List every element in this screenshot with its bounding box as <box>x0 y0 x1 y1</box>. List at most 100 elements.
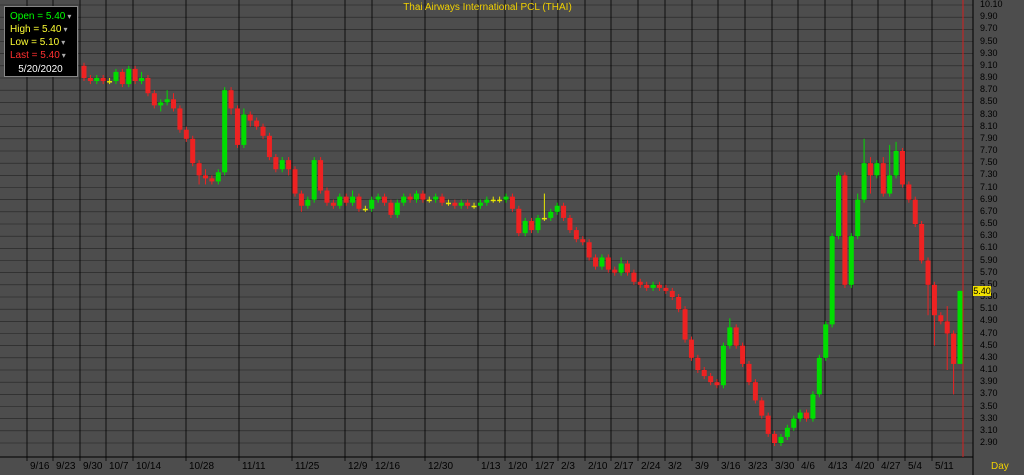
y-tick-label: 5.90 <box>980 254 998 265</box>
y-tick-label: 6.30 <box>980 230 998 241</box>
x-tick-label: 10/14 <box>136 461 162 472</box>
last-value: Last = 5.40 <box>10 50 60 61</box>
candle-body <box>202 175 208 179</box>
y-tick-label: 8.70 <box>980 84 998 95</box>
x-tick-label: 3/30 <box>775 461 795 472</box>
candle-body <box>695 357 701 370</box>
low-row: Low = 5.10 ▾ <box>10 36 77 49</box>
candle-body <box>311 160 317 200</box>
last-row: Last = 5.40 ▾ <box>10 49 77 62</box>
y-tick-label: 8.90 <box>980 72 998 82</box>
y-tick-label: 6.10 <box>980 242 998 253</box>
y-tick-label: 5.70 <box>980 266 998 277</box>
y-tick-label: 4.70 <box>980 327 998 338</box>
candle-body <box>107 81 113 83</box>
y-tick-label: 3.30 <box>980 412 998 423</box>
candle-body <box>382 196 388 203</box>
high-arrow-icon[interactable]: ▾ <box>63 25 67 34</box>
candle-body <box>439 196 445 203</box>
x-tick-label: 4/20 <box>855 461 875 472</box>
candle-body <box>823 324 829 358</box>
x-tick-label: 2/3 <box>561 461 575 472</box>
chart-stage: Thai Airways International PCL (THAI) Op… <box>0 0 1024 475</box>
candle-body <box>426 199 432 202</box>
x-tick-label: 1/20 <box>508 461 528 472</box>
candle-body <box>222 90 228 173</box>
candle-body <box>708 376 714 383</box>
candle-body <box>944 321 950 334</box>
y-tick-label: 4.30 <box>980 351 998 362</box>
candle-body <box>190 138 196 164</box>
y-tick-label: 3.10 <box>980 424 998 435</box>
x-tick-label: 9/30 <box>83 461 103 472</box>
candle-body <box>810 394 816 419</box>
x-tick-label: 3/16 <box>721 461 741 472</box>
candle-body <box>759 400 765 416</box>
candle-body <box>286 160 292 170</box>
candle-body <box>778 436 784 443</box>
candle-body <box>599 257 605 267</box>
y-tick-label: 7.70 <box>980 145 998 155</box>
candle-body <box>765 415 771 434</box>
info-date: 5/20/2020 <box>18 64 63 75</box>
y-tick-label: 7.30 <box>980 169 998 180</box>
last-arrow-icon[interactable]: ▾ <box>62 51 66 60</box>
y-tick-label: 3.90 <box>980 376 998 387</box>
candle-body <box>407 196 413 200</box>
x-tick-label: 12/30 <box>428 461 454 472</box>
y-tick-label: 2.90 <box>980 437 998 447</box>
candle-body <box>375 196 381 200</box>
y-tick-label: 10.10 <box>980 0 1003 9</box>
candle-body <box>573 230 579 240</box>
x-tick-label: 4/13 <box>828 461 848 472</box>
open-arrow-icon[interactable]: ▾ <box>67 12 71 21</box>
candle-body <box>132 68 138 82</box>
candle-body <box>126 68 132 85</box>
candle-body <box>912 199 918 224</box>
ohlc-info-panel: Open = 5.40 ▾ High = 5.40 ▾ Low = 5.10 ▾ La… <box>4 6 78 77</box>
candle-body <box>145 78 151 94</box>
candle-body <box>273 157 279 170</box>
candle-body <box>433 196 439 200</box>
candle-body <box>880 163 886 194</box>
x-tick-label: 12/9 <box>348 461 368 472</box>
candle-body <box>318 160 324 191</box>
candle-body <box>388 202 394 215</box>
y-tick-label: 3.70 <box>980 388 998 399</box>
candle-body <box>350 196 356 203</box>
y-tick-label: 4.90 <box>980 315 998 326</box>
candle-body <box>906 184 912 200</box>
candle-body <box>164 99 170 103</box>
candle-body <box>119 71 125 85</box>
y-tick-label: 6.70 <box>980 205 998 216</box>
candle-body <box>720 345 726 386</box>
y-tick-label: 7.90 <box>980 132 998 143</box>
candle-body <box>81 65 87 78</box>
candle-body <box>215 172 221 182</box>
candle-body <box>727 327 733 346</box>
x-tick-label: 5/4 <box>908 461 922 472</box>
candle-body <box>701 370 707 377</box>
plot-area <box>0 0 973 457</box>
candle-body <box>420 193 426 200</box>
candle-body <box>874 163 880 176</box>
x-tick-label: 9/23 <box>56 461 76 472</box>
x-tick-label: 11/11 <box>242 461 266 472</box>
high-row: High = 5.40 ▾ <box>10 23 77 36</box>
period-label[interactable]: Day <box>991 461 1009 472</box>
candle-body <box>618 263 624 273</box>
candle-body <box>234 108 240 145</box>
candle-body <box>740 345 746 364</box>
candle-body <box>938 315 944 322</box>
candle-body <box>94 78 100 82</box>
x-tick-label: 4/27 <box>881 461 901 472</box>
candle-body <box>925 260 931 285</box>
x-tick-label: 9/16 <box>30 461 50 472</box>
candle-body <box>829 236 835 325</box>
candle-body <box>324 190 330 203</box>
x-tick-label: 3/23 <box>748 461 768 472</box>
candle-body <box>554 205 560 212</box>
x-tick-label: 1/27 <box>535 461 555 472</box>
low-arrow-icon[interactable]: ▾ <box>61 38 65 47</box>
candle-body <box>631 272 637 282</box>
